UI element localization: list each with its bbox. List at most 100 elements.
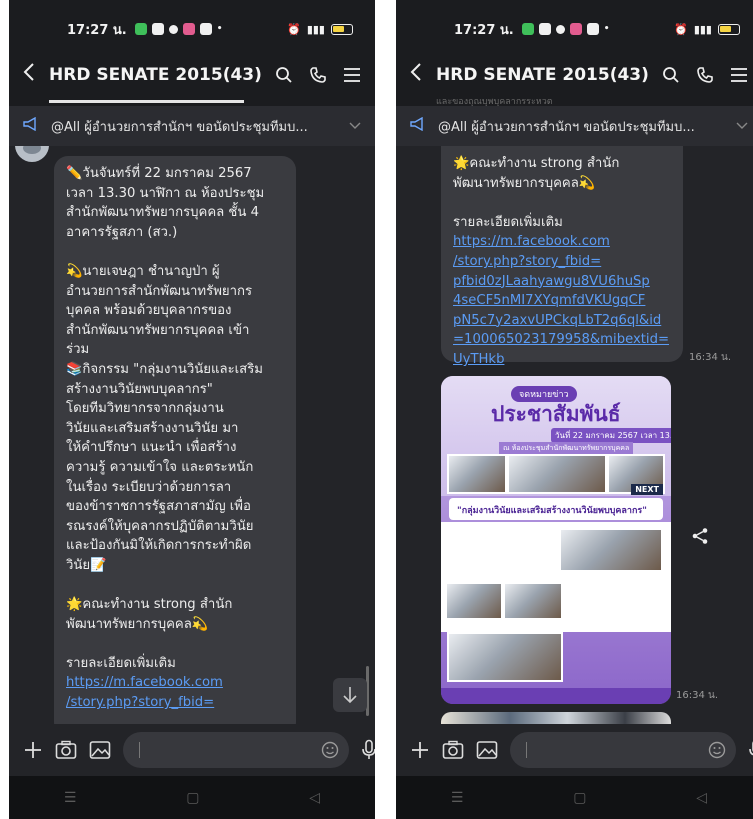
next-image-preview[interactable]	[441, 712, 671, 724]
search-icon[interactable]	[275, 66, 293, 84]
app-icon	[151, 23, 164, 35]
poster-image[interactable]: จดหมายข่าว ประชาสัมพันธ์ วันที่ 22 มกราค…	[441, 376, 671, 704]
microphone-icon[interactable]	[748, 739, 753, 761]
facebook-link[interactable]: pfbid0zJLaahyawgu8VU6huSp	[453, 272, 673, 292]
facebook-link[interactable]: =100065023179958&mibextid=	[453, 330, 673, 350]
message-line: ของข้าราชการรัฐสภาสามัญ เพื่อ	[66, 499, 251, 515]
message-field[interactable]	[123, 732, 349, 768]
message-line: 💫นายเจษฎา ชำนาญป่า ผู้	[66, 263, 220, 279]
chat-header: HRD SENATE 2015(43)	[9, 58, 375, 92]
message-time: 16:34 น.	[676, 690, 719, 701]
nav-back-icon[interactable]: ◁	[696, 790, 707, 806]
facebook-link[interactable]: pN5c7y2axvUPCkqLbT2q6ql&id	[453, 311, 673, 331]
image-icon[interactable]	[476, 740, 498, 760]
app-icon	[586, 23, 599, 35]
camera-icon[interactable]	[442, 740, 464, 760]
poster-footer	[441, 688, 671, 704]
app-icon	[182, 23, 195, 35]
message-line: โดยทีมวิทยากรจากกลุ่มงาน	[66, 401, 224, 417]
message-line: สำนักพัฒนาทรัพยากรบุคคล ชั้น 4	[66, 205, 259, 221]
signal-icon: ▮▮▮	[306, 22, 325, 36]
message-bubble[interactable]: ✏️วันจันทร์ที่ 22 มกราคม 2567 เวลา 13.30 …	[54, 156, 296, 724]
facebook-link[interactable]: https://m.facebook.com	[66, 673, 286, 693]
facebook-link[interactable]: 4seCF5nMI7XYqmfdVKUgqCF	[453, 291, 673, 311]
nav-home-icon[interactable]: ▢	[186, 790, 199, 806]
message-input[interactable]	[510, 732, 736, 768]
chevron-down-icon[interactable]	[736, 119, 748, 133]
facebook-link[interactable]: /story.php?story_fbid=	[66, 693, 286, 713]
app-icon	[555, 24, 565, 34]
poster-title: ประชาสัมพันธ์	[491, 402, 621, 426]
chat-header: HRD SENATE 2015(43)	[396, 58, 753, 92]
message-input[interactable]	[123, 732, 349, 768]
phone-call-icon[interactable]	[696, 66, 714, 84]
message-bubble[interactable]: 🌟คณะทำงาน strong สำนัก พัฒนาทรัพยากรบุคคล…	[441, 146, 683, 367]
message-line: วินัย📝	[66, 557, 107, 573]
announcement-text: @All ผู้อำนวยการสำนักฯ ขอนัดประชุมทีมบ..…	[51, 119, 308, 135]
plus-icon[interactable]	[23, 740, 43, 760]
message-line: ✏️วันจันทร์ที่ 22 มกราคม 2567	[66, 166, 252, 181]
facebook-link[interactable]: UyTHkb	[453, 350, 673, 370]
nav-home-icon[interactable]: ▢	[573, 790, 586, 806]
poster-band: "กลุ่มงานวินัยและเสริมสร้างงานวินัยพบบุค…	[449, 498, 663, 520]
image-icon[interactable]	[89, 740, 111, 760]
emoji-icon[interactable]	[321, 741, 339, 763]
alarm-icon: ⏰	[287, 22, 301, 36]
message-line: รายละเอียดเพิ่มเติม	[453, 214, 563, 230]
phone-call-icon[interactable]	[309, 66, 327, 84]
status-indicators: ⏰ ▮▮▮	[287, 23, 353, 36]
status-bar: 17:27 น. • ⏰ ▮▮▮	[396, 0, 753, 58]
line-app-icon	[134, 23, 147, 35]
app-icon	[569, 23, 582, 35]
text-caret	[526, 742, 527, 758]
message-line: เวลา 13.30 นาฬิกา ณ ห้องประชุม	[66, 185, 265, 201]
alarm-icon: ⏰	[674, 22, 688, 36]
nav-menu-icon[interactable]: ☰	[451, 790, 464, 806]
system-nav-bar: ☰ ▢ ◁	[396, 776, 753, 819]
message-line: รายละเอียดเพิ่มเติม	[66, 655, 176, 671]
announcement-bar[interactable]: @All ผู้อำนวยการสำนักฯ ขอนัดประชุมทีมบ..…	[396, 106, 753, 146]
menu-icon[interactable]	[730, 67, 748, 83]
message-line: รณรงค์ให้บุคลากรปฏิบัติตามวินัย	[66, 518, 254, 534]
poster-photo	[447, 632, 563, 682]
avatar[interactable]	[15, 146, 49, 162]
facebook-link[interactable]: https://m.facebook.com	[453, 232, 673, 252]
message-line: อำนวยการสำนักพัฒนาทรัพยากร	[66, 283, 253, 299]
chevron-down-icon[interactable]	[349, 119, 361, 133]
message-line: ในเรื่อง ระเบียบว่าด้วยการลา	[66, 479, 232, 495]
message-field[interactable]	[510, 732, 736, 768]
right-phone-screen: 17:27 น. • ⏰ ▮▮▮ HRD SENATE 2015(43) และ…	[396, 0, 753, 819]
camera-icon[interactable]	[55, 740, 77, 760]
poster-photo	[447, 454, 507, 494]
system-nav-bar: ☰ ▢ ◁	[9, 776, 375, 819]
announcement-text: @All ผู้อำนวยการสำนักฯ ขอนัดประชุมทีมบ..…	[438, 119, 695, 135]
message-time: 16:34 น.	[689, 352, 732, 363]
message-line: ร่วม	[66, 342, 90, 358]
signal-icon: ▮▮▮	[693, 22, 712, 36]
chat-title: HRD SENATE 2015(43)	[436, 65, 649, 85]
status-app-icons: •	[134, 23, 223, 35]
chat-area[interactable]: 🌟คณะทำงาน strong สำนัก พัฒนาทรัพยากรบุคคล…	[396, 146, 753, 724]
microphone-icon[interactable]	[361, 739, 375, 761]
scroll-down-button[interactable]	[333, 678, 367, 712]
emoji-icon[interactable]	[708, 741, 726, 763]
poster-photo	[507, 454, 607, 494]
menu-icon[interactable]	[343, 67, 361, 83]
left-phone-screen: 17:27 น. • ⏰ ▮▮▮ HRD SENATE 2015(43) @Al…	[9, 0, 375, 819]
chat-area[interactable]: ✏️วันจันทร์ที่ 22 มกราคม 2567 เวลา 13.30 …	[9, 146, 375, 724]
message-line: ให้คำปรึกษา แนะนำ เพื่อสร้าง	[66, 440, 237, 456]
nav-menu-icon[interactable]: ☰	[64, 790, 77, 806]
back-arrow-icon[interactable]	[23, 62, 49, 88]
battery-icon	[331, 23, 353, 35]
facebook-link[interactable]: /story.php?story_fbid=	[453, 252, 673, 272]
announcement-bar[interactable]: @All ผู้อำนวยการสำนักฯ ขอนัดประชุมทีมบ..…	[9, 106, 375, 146]
nav-back-icon[interactable]: ◁	[309, 790, 320, 806]
search-icon[interactable]	[662, 66, 680, 84]
status-time: 17:27 น.	[67, 22, 127, 38]
line-app-icon	[521, 23, 534, 35]
share-button[interactable]	[686, 522, 714, 550]
plus-icon[interactable]	[410, 740, 430, 760]
back-arrow-icon[interactable]	[410, 62, 436, 88]
